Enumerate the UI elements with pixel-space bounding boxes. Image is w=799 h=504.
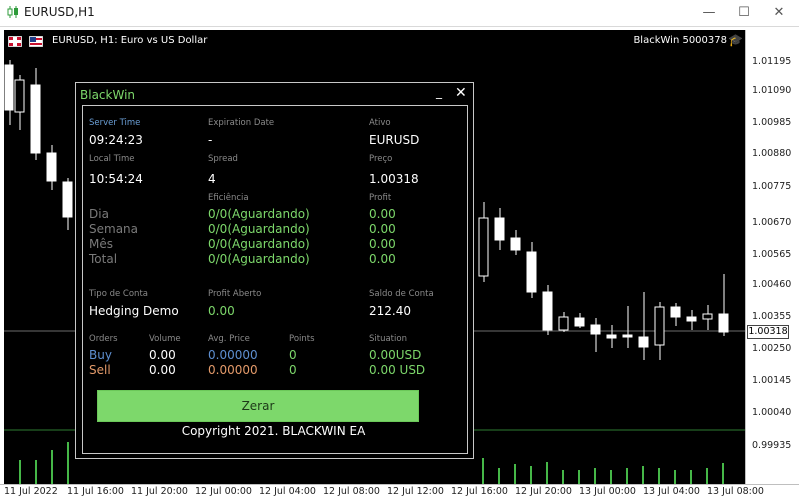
- profit-label: Profit: [369, 193, 392, 203]
- buy-points: 0: [289, 348, 297, 362]
- price-axis-label: 1.00460: [752, 279, 792, 290]
- period-profit-semana: 0.00: [369, 222, 396, 236]
- expert-advisor-label: BlackWin 5000378: [633, 35, 727, 46]
- sell-label: Sell: [89, 363, 111, 377]
- minimize-button[interactable]: —: [694, 3, 724, 23]
- buy-situation: 0.00USD: [369, 348, 422, 362]
- period-eff-dia: 0/0(Aguardando): [208, 207, 310, 221]
- saldo-value: 212.40: [369, 304, 411, 318]
- expiration-date-value: -: [208, 133, 213, 147]
- sell-situation: 0.00 USD: [369, 363, 426, 377]
- profit-aberto-value: 0.00: [208, 304, 235, 318]
- volume-header: Volume: [149, 334, 181, 344]
- price-axis-label: 1.00145: [752, 375, 792, 386]
- price-axis-label: 1.00670: [752, 217, 792, 228]
- current-price-tag: 1.00318: [747, 325, 789, 339]
- panel-title: BlackWin: [80, 88, 136, 102]
- price-axis-label: 1.00040: [752, 407, 792, 418]
- ativo-label: Ativo: [369, 118, 391, 128]
- orders-header: Orders: [89, 334, 118, 344]
- saldo-label: Saldo de Conta: [369, 289, 434, 299]
- sell-avg-price: 0.00000: [208, 363, 258, 377]
- price-axis-label: 1.00880: [752, 148, 792, 159]
- period-name-semana: Semana: [89, 222, 139, 236]
- copyright-text: Copyright 2021. BLACKWIN EA: [181, 424, 366, 438]
- price-axis-label: 1.00565: [752, 249, 792, 260]
- time-axis-label: 13 Jul 08:00: [707, 486, 764, 497]
- period-eff-mes: 0/0(Aguardando): [208, 237, 310, 251]
- ativo-value: EURUSD: [369, 133, 420, 147]
- period-profit-mes: 0.00: [369, 237, 396, 251]
- window-title: EURUSD,H1: [24, 5, 95, 19]
- server-time-value: 09:24:23: [89, 133, 143, 147]
- price-axis-label: 1.01090: [752, 85, 792, 96]
- buy-volume: 0.00: [149, 348, 176, 362]
- time-axis-label: 12 Jul 12:00: [387, 486, 444, 497]
- time-axis-label: 12 Jul 16:00: [451, 486, 508, 497]
- price-axis-label: 1.01195: [752, 56, 792, 67]
- price-axis-label: 1.00355: [752, 311, 792, 322]
- price-axis-label: 0.99935: [752, 440, 792, 451]
- time-axis-label: 13 Jul 00:00: [579, 486, 636, 497]
- graduation-cap-icon: 🎓: [728, 33, 743, 47]
- uk-flag-icon: [8, 36, 22, 47]
- panel-close-button[interactable]: ✕: [455, 85, 469, 101]
- spread-label: Spread: [208, 154, 238, 164]
- avg-price-header: Avg. Price: [208, 334, 250, 344]
- chart-symbol-label: EURUSD, H1: Euro vs US Dollar: [52, 35, 208, 46]
- time-axis-label: 12 Jul 04:00: [259, 486, 316, 497]
- period-name-total: Total: [89, 252, 118, 266]
- price-axis-label: 1.00250: [752, 343, 792, 354]
- preco-value: 1.00318: [369, 172, 419, 186]
- time-axis-label: 12 Jul 20:00: [515, 486, 572, 497]
- spread-value: 4: [208, 172, 216, 186]
- server-time-label: Server Time: [89, 118, 141, 128]
- points-header: Points: [289, 334, 315, 344]
- time-axis-label: 11 Jul 2022: [4, 486, 58, 497]
- period-eff-semana: 0/0(Aguardando): [208, 222, 310, 236]
- period-eff-total: 0/0(Aguardando): [208, 252, 310, 266]
- situation-header: Situation: [369, 334, 407, 344]
- tipo-conta-value: Hedging Demo: [89, 304, 179, 318]
- close-window-button[interactable]: ✕: [764, 3, 794, 23]
- us-flag-icon: [29, 36, 43, 47]
- tipo-conta-label: Tipo de Conta: [89, 289, 148, 299]
- time-axis-label: 12 Jul 00:00: [195, 486, 252, 497]
- price-axis-label: 1.00985: [752, 117, 792, 128]
- expiration-date-label: Expiration Date: [208, 118, 275, 128]
- time-axis-label: 11 Jul 20:00: [131, 486, 188, 497]
- preco-label: Preço: [369, 154, 393, 164]
- profit-aberto-label: Profit Aberto: [208, 289, 262, 299]
- eficiencia-label: Eficiência: [208, 193, 249, 203]
- local-time-value: 10:54:24: [89, 172, 143, 186]
- time-axis-label: 11 Jul 16:00: [67, 486, 124, 497]
- time-axis-label: 13 Jul 04:00: [643, 486, 700, 497]
- buy-label: Buy: [89, 348, 112, 362]
- period-profit-dia: 0.00: [369, 207, 396, 221]
- period-name-mes: Mês: [89, 237, 113, 251]
- maximize-button[interactable]: ☐: [729, 3, 759, 23]
- price-axis-label: 1.00775: [752, 181, 792, 192]
- sell-volume: 0.00: [149, 363, 176, 377]
- time-axis-label: 12 Jul 08:00: [323, 486, 380, 497]
- period-name-dia: Dia: [89, 207, 109, 221]
- chart-header: EURUSD, H1: Euro vs US Dollar BlackWin 5…: [4, 33, 745, 49]
- sell-points: 0: [289, 363, 297, 377]
- panel-minimize-button[interactable]: _: [436, 85, 450, 101]
- local-time-label: Local Time: [89, 154, 135, 164]
- candlestick-app-icon: [7, 6, 18, 18]
- period-profit-total: 0.00: [369, 252, 396, 266]
- zerar-button[interactable]: Zerar: [97, 390, 419, 422]
- buy-avg-price: 0.00000: [208, 348, 258, 362]
- window-titlebar: EURUSD,H1 — ☐ ✕: [0, 0, 799, 27]
